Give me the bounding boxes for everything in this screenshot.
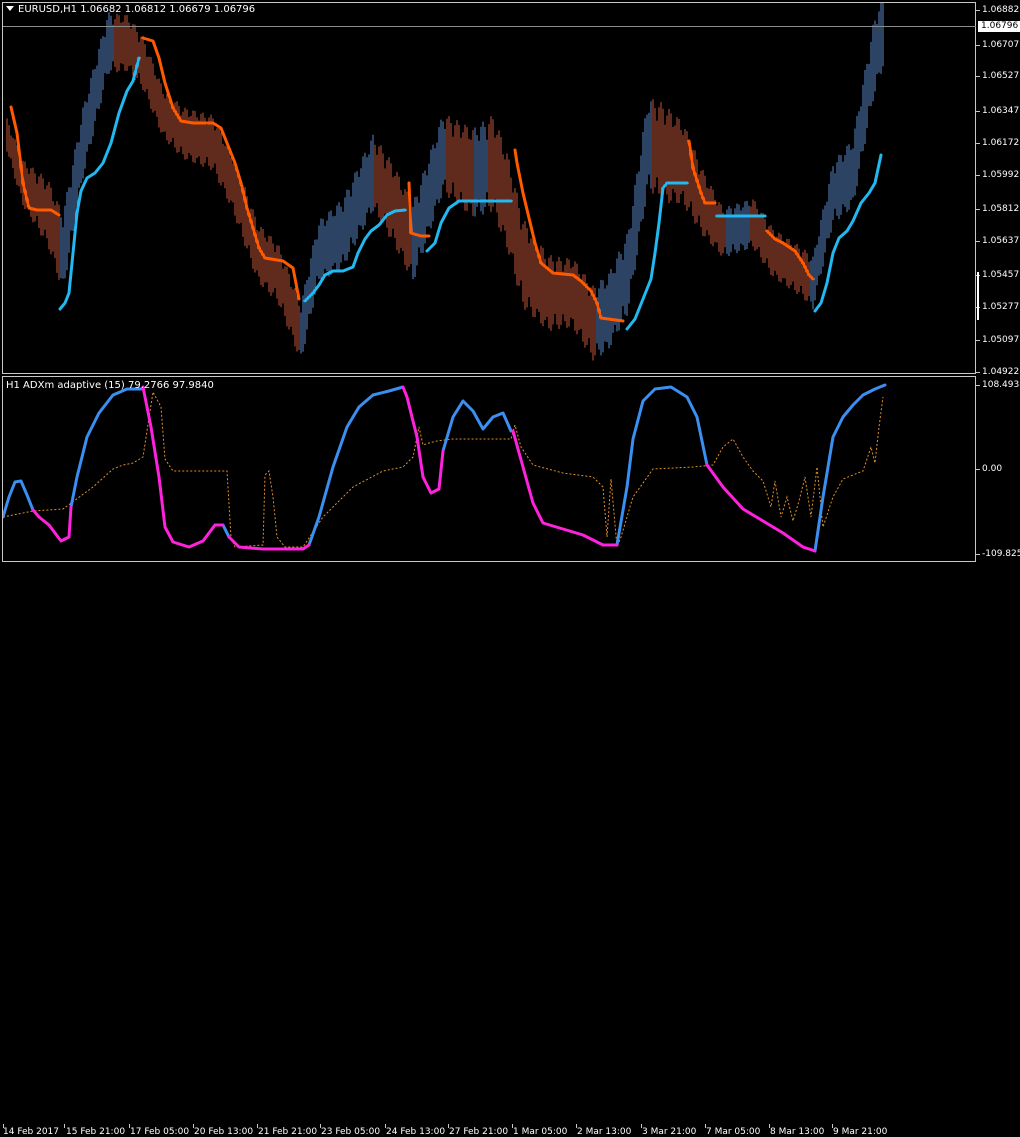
price-label: 1.06527 [982, 71, 1020, 81]
time-label: 24 Feb 13:00 [386, 1127, 446, 1137]
indicator-line-down [141, 385, 225, 549]
indicator-level-label: -109.8259 [982, 549, 1020, 559]
time-label: 8 Mar 13:00 [770, 1127, 825, 1137]
indicator-line-up [307, 385, 405, 547]
price-label: 1.06707 [982, 40, 1020, 50]
time-label: 15 Feb 21:00 [66, 1127, 126, 1137]
time-label: 3 Mar 21:00 [642, 1127, 697, 1137]
time-label: 2 Mar 13:00 [577, 1127, 632, 1137]
indicator-plot[interactable] [3, 377, 975, 561]
trend-line-up [425, 199, 513, 253]
price-tick [976, 175, 980, 176]
indicator-line-down [705, 463, 817, 553]
indicator-tick [976, 385, 980, 386]
price-tick [976, 340, 980, 341]
time-label: 23 Feb 05:00 [321, 1127, 381, 1137]
price-label: 1.06347 [982, 106, 1020, 116]
price-label: 1.04922 [982, 367, 1020, 377]
price-label: 1.05097 [982, 335, 1020, 345]
price-label: 1.06172 [982, 138, 1020, 148]
chevron-down-icon[interactable] [6, 6, 14, 11]
indicator-line-up [615, 385, 709, 547]
chart-shift-marker[interactable] [977, 272, 979, 320]
time-tick [64, 1124, 65, 1128]
time-label: 9 Mar 21:00 [833, 1127, 888, 1137]
indicator-tick [976, 554, 980, 555]
indicator-tick [976, 469, 980, 470]
indicator-line-down [511, 429, 619, 547]
indicator-line-up [441, 399, 513, 453]
symbol-title: EURUSD,H1 1.06682 1.06812 1.06679 1.0679… [6, 4, 255, 15]
price-label: 1.05812 [982, 204, 1020, 214]
time-label: 17 Feb 05:00 [130, 1127, 190, 1137]
time-label: 21 Feb 21:00 [258, 1127, 318, 1137]
indicator-line-up [69, 387, 143, 509]
time-label: 27 Feb 21:00 [449, 1127, 509, 1137]
trend-line-up [625, 181, 689, 331]
price-tick [976, 372, 980, 373]
indicator-line-up [813, 383, 887, 553]
price-label: 1.05992 [982, 170, 1020, 180]
price-label: 1.06882 [982, 5, 1020, 15]
indicator-line-up [221, 523, 231, 539]
price-label: 1.05457 [982, 270, 1020, 280]
indicator-signal-line [3, 390, 884, 548]
bid-price-label: 1.06796 [978, 21, 1020, 32]
price-tick [976, 10, 980, 11]
price-tick [976, 76, 980, 77]
trend-line-down [765, 229, 815, 281]
time-axis[interactable]: 14 Feb 2017 15 Feb 21:00 17 Feb 05:00 20… [0, 562, 1020, 1137]
indicator-line-down [401, 385, 445, 495]
price-label: 1.05277 [982, 302, 1020, 312]
time-label: 14 Feb 2017 [3, 1127, 60, 1137]
symbol-title-text: EURUSD,H1 1.06682 1.06812 1.06679 1.0679… [18, 4, 256, 15]
indicator-title: H1 ADXm adaptive (15) 79.2766 97.9840 [6, 380, 214, 391]
price-chart-plot[interactable] [3, 3, 975, 373]
indicator-level-label: 108.4938 [982, 380, 1020, 390]
price-tick [976, 45, 980, 46]
price-tick [976, 241, 980, 242]
price-tick [976, 111, 980, 112]
time-label: 7 Mar 05:00 [706, 1127, 761, 1137]
bid-price-line [3, 26, 976, 27]
indicator-line-down [31, 505, 73, 543]
indicator-level-label: 0.00 [982, 464, 1003, 474]
price-tick [976, 209, 980, 210]
indicator-line-up [3, 479, 35, 519]
price-label: 1.05637 [982, 236, 1020, 246]
price-tick [976, 143, 980, 144]
time-label: 20 Feb 13:00 [194, 1127, 254, 1137]
time-label: 1 Mar 05:00 [513, 1127, 568, 1137]
